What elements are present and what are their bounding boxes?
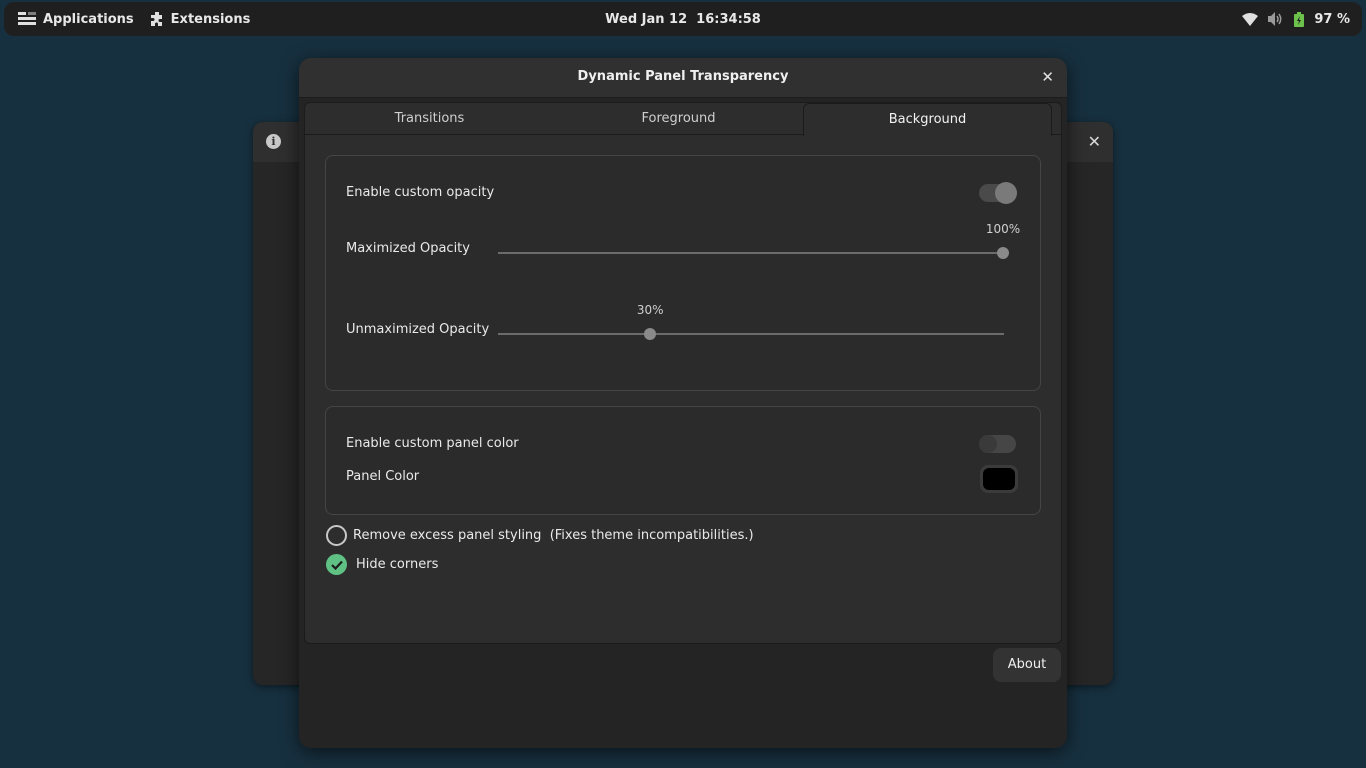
top-panel: Applications Extensions Wed Jan 12 16:34…: [4, 2, 1362, 36]
extensions-icon: [150, 12, 164, 26]
panel-color-button[interactable]: [980, 465, 1018, 493]
maximized-opacity-label: Maximized Opacity: [346, 241, 470, 256]
battery-percentage: 97 %: [1314, 11, 1350, 27]
enable-custom-opacity-label: Enable custom opacity: [346, 185, 495, 200]
tab-background[interactable]: Background: [803, 103, 1052, 136]
enable-custom-panel-color-switch[interactable]: [979, 435, 1016, 453]
remove-styling-option[interactable]: Remove excess panel styling (Fixes theme…: [326, 525, 754, 546]
hide-corners-label: Hide corners: [356, 557, 439, 572]
hide-corners-checkbox[interactable]: [326, 554, 347, 575]
wifi-icon: [1242, 12, 1259, 26]
extensions-menu[interactable]: Extensions: [142, 2, 259, 36]
enable-custom-panel-color-label: Enable custom panel color: [346, 436, 519, 451]
about-button[interactable]: About: [993, 648, 1061, 682]
unmaximized-opacity-thumb[interactable]: [644, 328, 657, 340]
applications-menu[interactable]: Applications: [10, 2, 142, 36]
remove-styling-checkbox[interactable]: [326, 525, 347, 546]
maximized-opacity-value: 100%: [985, 222, 1021, 236]
applications-label: Applications: [43, 11, 134, 27]
panel-color-label: Panel Color: [346, 469, 420, 484]
close-icon[interactable]: ✕: [1041, 68, 1054, 86]
panel-color-swatch: [983, 468, 1015, 490]
opacity-frame: Enable custom opacity Maximized Opacity …: [325, 155, 1041, 391]
tab-bar: Transitions Foreground Background: [305, 103, 1061, 136]
dialog-titlebar: Dynamic Panel Transparency ✕: [299, 58, 1067, 98]
tab-transitions[interactable]: Transitions: [305, 103, 554, 135]
maximized-opacity-slider[interactable]: [498, 244, 1009, 262]
dialog-title: Dynamic Panel Transparency: [577, 69, 789, 84]
volume-muted-icon: [1268, 12, 1284, 26]
checkmark-icon: [330, 560, 343, 570]
background-window-close-icon[interactable]: ✕: [1088, 132, 1101, 151]
hide-corners-option[interactable]: Hide corners: [326, 554, 438, 575]
remove-styling-label: Remove excess panel styling (Fixes theme…: [353, 528, 754, 543]
extensions-label: Extensions: [170, 11, 251, 27]
clock[interactable]: Wed Jan 12 16:34:58: [605, 12, 761, 27]
unmaximized-opacity-label: Unmaximized Opacity: [346, 322, 490, 337]
unmaximized-opacity-value: 30%: [636, 303, 664, 317]
panel-color-frame: Enable custom panel color Panel Color: [325, 406, 1041, 515]
applications-icon: [18, 12, 36, 26]
maximized-opacity-thumb[interactable]: [997, 247, 1009, 259]
unmaximized-opacity-slider[interactable]: [498, 325, 1004, 343]
tab-foreground[interactable]: Foreground: [554, 103, 803, 135]
battery-icon: [1294, 11, 1305, 27]
settings-notebook: Transitions Foreground Background Enable…: [304, 102, 1062, 644]
preferences-dialog: Dynamic Panel Transparency ✕ Transitions…: [299, 58, 1067, 748]
enable-custom-opacity-switch[interactable]: [979, 182, 1017, 204]
system-status-area[interactable]: 97 %: [1242, 2, 1356, 36]
info-icon[interactable]: i: [266, 134, 281, 149]
